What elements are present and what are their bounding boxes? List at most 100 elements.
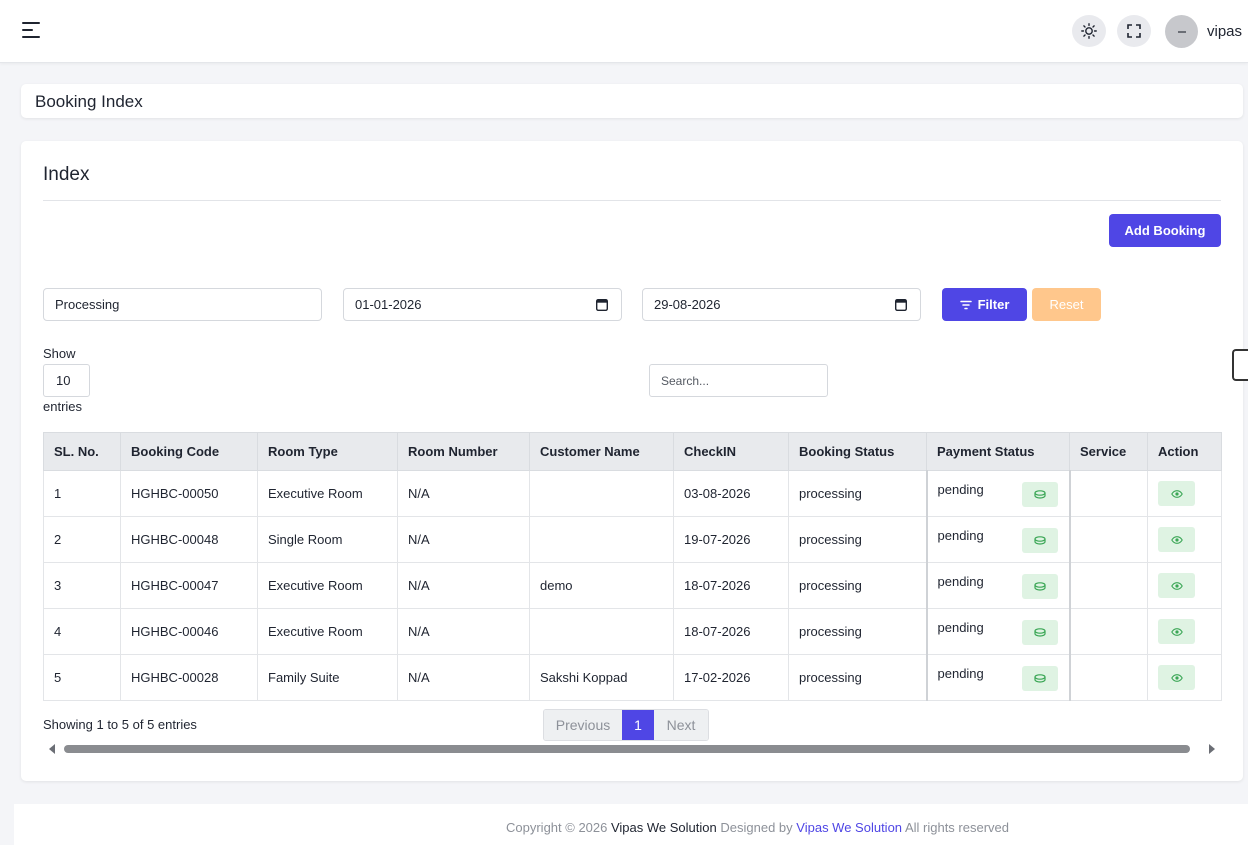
table-header-row: SL. No. Booking Code Room Type Room Numb… xyxy=(43,432,1222,471)
payment-button[interactable] xyxy=(1021,666,1058,691)
cell-sl: 5 xyxy=(43,654,121,701)
sun-icon xyxy=(1081,23,1097,39)
footer-brand: Vipas We Solution xyxy=(610,820,717,835)
cell-room-number: N/A xyxy=(397,654,530,701)
cell-sl: 2 xyxy=(43,516,121,563)
status-select-value: Processing xyxy=(55,297,120,312)
cell-room-type: Executive Room xyxy=(257,562,398,609)
fullscreen-button[interactable] xyxy=(1117,15,1151,47)
cell-sl: 4 xyxy=(43,608,121,655)
footer: Copyright © 2026 Vipas We Solution Desig… xyxy=(14,804,1248,845)
view-button[interactable] xyxy=(1158,527,1195,552)
cell-payment-status: pending xyxy=(925,470,1071,517)
view-button[interactable] xyxy=(1158,665,1195,690)
column-header[interactable]: Customer Name xyxy=(529,432,674,471)
footer-designer-link[interactable]: Vipas We Solution xyxy=(796,820,902,835)
payment-button[interactable] xyxy=(1021,574,1058,599)
cell-payment-status: pending xyxy=(925,608,1071,655)
settings-side-tab[interactable] xyxy=(1232,349,1248,381)
eye-icon xyxy=(1170,535,1183,544)
entries-select-value: 10 xyxy=(56,373,71,388)
payment-button[interactable] xyxy=(1021,528,1058,553)
calendar-icon[interactable] xyxy=(596,298,608,311)
top-navbar: vipas xyxy=(0,0,1248,63)
column-header[interactable]: Action xyxy=(1147,432,1222,471)
to-date-value: 29-08-2026 xyxy=(654,297,721,312)
view-button[interactable] xyxy=(1158,619,1195,644)
cell-booking-status: processing xyxy=(788,608,927,655)
cell-booking-status: processing xyxy=(788,654,927,701)
cell-action xyxy=(1147,470,1222,517)
eye-icon xyxy=(1170,581,1183,590)
show-label: Show xyxy=(43,346,76,361)
cell-booking-code: HGHBC-00048 xyxy=(120,516,258,563)
table-row: 5 HGHBC-00028 Family Suite N/A Sakshi Ko… xyxy=(43,654,1222,701)
cell-checkin: 17-02-2026 xyxy=(673,654,789,701)
cell-room-number: N/A xyxy=(397,516,530,563)
column-header[interactable]: Service xyxy=(1069,432,1148,471)
horizontal-scrollbar[interactable] xyxy=(43,741,1221,757)
footer-designed-by: Designed by xyxy=(720,820,793,835)
cell-customer-name xyxy=(529,516,674,563)
scroll-left-icon[interactable] xyxy=(49,744,55,754)
payment-status-text: pending xyxy=(937,574,984,589)
payment-button[interactable] xyxy=(1021,482,1058,507)
view-button[interactable] xyxy=(1158,481,1195,506)
booking-table: SL. No. Booking Code Room Type Room Numb… xyxy=(43,432,1222,701)
username[interactable]: vipas xyxy=(1207,23,1242,40)
column-header[interactable]: Payment Status xyxy=(926,432,1070,471)
theme-toggle-button[interactable] xyxy=(1072,15,1106,47)
column-header[interactable]: SL. No. xyxy=(43,432,121,471)
cell-booking-code: HGHBC-00050 xyxy=(120,470,258,517)
cell-customer-name: demo xyxy=(529,562,674,609)
cell-payment-status: pending xyxy=(925,516,1071,563)
scrollbar-thumb[interactable] xyxy=(64,745,1190,753)
status-select[interactable]: Processing xyxy=(43,288,322,321)
cell-customer-name xyxy=(529,608,674,655)
cell-room-number: N/A xyxy=(397,608,530,655)
scroll-right-icon[interactable] xyxy=(1209,744,1215,754)
entries-label: entries xyxy=(43,399,83,414)
card-title: Index xyxy=(43,164,90,185)
previous-page-button[interactable]: Previous xyxy=(544,710,622,740)
column-header[interactable]: CheckIN xyxy=(673,432,789,471)
entries-select[interactable]: 10 xyxy=(43,364,90,397)
search-input[interactable] xyxy=(649,364,828,397)
eye-icon xyxy=(1170,673,1183,682)
payment-button[interactable] xyxy=(1021,620,1058,645)
cell-room-type: Executive Room xyxy=(257,470,398,517)
cell-service xyxy=(1069,562,1148,609)
eye-icon xyxy=(1170,627,1183,636)
coins-icon xyxy=(1033,536,1046,545)
next-page-button[interactable]: Next xyxy=(654,710,708,740)
calendar-icon[interactable] xyxy=(895,298,907,311)
cell-room-number: N/A xyxy=(397,470,530,517)
booking-card: Index Add Booking Processing 01-01-2026 … xyxy=(21,141,1243,781)
table-row: 1 HGHBC-00050 Executive Room N/A 03-08-2… xyxy=(43,470,1222,517)
cell-booking-status: processing xyxy=(788,562,927,609)
coins-icon xyxy=(1033,674,1046,683)
table-info: Showing 1 to 5 of 5 entries xyxy=(43,717,197,732)
add-booking-button[interactable]: Add Booking xyxy=(1109,214,1221,247)
cell-sl: 3 xyxy=(43,562,121,609)
cell-checkin: 19-07-2026 xyxy=(673,516,789,563)
cell-booking-code: HGHBC-00046 xyxy=(120,608,258,655)
column-header[interactable]: Room Number xyxy=(397,432,530,471)
cell-sl: 1 xyxy=(43,470,121,517)
cell-booking-status: processing xyxy=(788,516,927,563)
from-date-input[interactable]: 01-01-2026 xyxy=(343,288,622,321)
table-row: 2 HGHBC-00048 Single Room N/A 19-07-2026… xyxy=(43,516,1222,563)
footer-copyright: Copyright © 2026 Vipas We Solution Desig… xyxy=(506,820,1009,835)
page-1-button[interactable]: 1 xyxy=(622,710,654,740)
avatar[interactable] xyxy=(1165,15,1198,48)
to-date-input[interactable]: 29-08-2026 xyxy=(642,288,921,321)
column-header[interactable]: Booking Code xyxy=(120,432,258,471)
column-header[interactable]: Booking Status xyxy=(788,432,927,471)
menu-icon[interactable] xyxy=(22,22,42,40)
column-header[interactable]: Room Type xyxy=(257,432,398,471)
filter-button[interactable]: Filter xyxy=(942,288,1027,321)
reset-button[interactable]: Reset xyxy=(1032,288,1101,321)
view-button[interactable] xyxy=(1158,573,1195,598)
cell-action xyxy=(1147,654,1222,701)
payment-status-text: pending xyxy=(937,528,984,543)
